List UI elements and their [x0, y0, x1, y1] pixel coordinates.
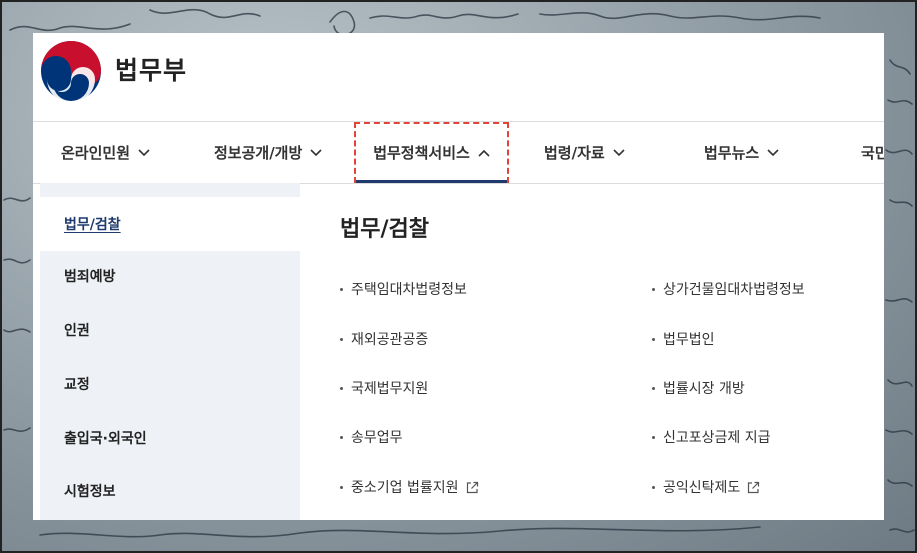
- sidebar-item-corrections[interactable]: 교정: [40, 357, 300, 411]
- link-housing-lease-law[interactable]: 주택임대차법령정보: [340, 279, 467, 299]
- link-label: 법무법인: [663, 332, 715, 348]
- bullet-icon: [652, 287, 655, 291]
- site-header: 법무부: [33, 33, 884, 121]
- chevron-down-icon: [767, 148, 779, 156]
- sidebar-item-label: 출입국·외국인: [64, 431, 147, 447]
- nav-item-laws-materials[interactable]: 법령/자료: [544, 122, 625, 183]
- link-public-trust-system[interactable]: 공익신탁제도: [652, 477, 760, 497]
- nav-item-label: 국민: [861, 144, 884, 162]
- sidebar-item-label: 교정: [64, 377, 90, 393]
- link-sme-legal-support[interactable]: 중소기업 법률지원: [340, 477, 479, 497]
- active-tab-underline: [356, 180, 507, 183]
- sidebar-item-label: 법무/검찰: [64, 217, 121, 233]
- chevron-down-icon: [613, 148, 625, 156]
- sidebar-item-label: 시험정보: [64, 484, 116, 500]
- main-navigation: 온라인민원 정보공개/개방 법무정책서비스 법령/자료 법무뉴스 국민: [33, 121, 884, 184]
- chevron-up-icon: [478, 149, 490, 157]
- bullet-icon: [652, 337, 655, 341]
- nav-item-label: 법무뉴스: [704, 144, 760, 162]
- bullet-icon: [340, 485, 343, 489]
- bullet-icon: [340, 435, 343, 439]
- link-label: 재외공관공증: [351, 332, 429, 348]
- nav-item-label: 법무정책서비스: [373, 144, 470, 162]
- external-link-icon: [748, 481, 760, 493]
- nav-item-citizen[interactable]: 국민: [861, 122, 884, 183]
- sidebar-item-immigration[interactable]: 출입국·외국인: [40, 411, 300, 465]
- nav-item-legal-news[interactable]: 법무뉴스: [704, 122, 779, 183]
- bullet-icon: [652, 435, 655, 439]
- nav-item-online-civil[interactable]: 온라인민원: [61, 122, 150, 183]
- sidebar-item-human-rights[interactable]: 인권: [40, 303, 300, 357]
- sidebar-item-legal-prosecution[interactable]: 법무/검찰: [40, 197, 300, 251]
- bullet-icon: [340, 337, 343, 341]
- link-law-firms[interactable]: 법무법인: [652, 329, 715, 349]
- link-overseas-notarization[interactable]: 재외공관공증: [340, 329, 428, 349]
- link-litigation-affairs[interactable]: 송무업무: [340, 427, 403, 447]
- brand-name[interactable]: 법무부: [115, 51, 187, 87]
- external-link-icon: [466, 481, 478, 493]
- nav-item-label: 법령/자료: [544, 144, 605, 162]
- sidebar-item-label: 범죄예방: [64, 269, 116, 285]
- nav-item-label: 온라인민원: [61, 144, 131, 162]
- nav-item-legal-policy-services[interactable]: 법무정책서비스: [354, 122, 509, 183]
- bullet-icon: [340, 287, 343, 291]
- nav-item-label: 정보공개/개방: [214, 144, 303, 162]
- link-label: 법률시장 개방: [663, 381, 745, 397]
- link-commercial-lease-law[interactable]: 상가건물임대차법령정보: [652, 279, 805, 299]
- link-label: 신고포상금제 지급: [663, 430, 771, 446]
- sidebar-item-exam-info[interactable]: 시험정보: [40, 464, 300, 518]
- submenu-sidebar: 법무/검찰 범죄예방 인권 교정 출입국·외국인 시험정보: [40, 183, 300, 520]
- link-international-legal-support[interactable]: 국제법무지원: [340, 378, 428, 398]
- bullet-icon: [340, 386, 343, 390]
- bullet-icon: [652, 485, 655, 489]
- link-label: 주택임대차법령정보: [351, 282, 467, 298]
- link-label: 공익신탁제도: [663, 480, 741, 496]
- government-emblem-logo[interactable]: [39, 39, 103, 103]
- submenu-title: 법무/검찰: [340, 217, 429, 242]
- link-label: 중소기업 법률지원: [351, 480, 459, 496]
- link-legal-market-opening[interactable]: 법률시장 개방: [652, 378, 745, 398]
- link-label: 송무업무: [351, 430, 403, 446]
- link-label: 상가건물임대차법령정보: [663, 282, 805, 298]
- link-reward-payment[interactable]: 신고포상금제 지급: [652, 427, 771, 447]
- sidebar-item-label: 인권: [64, 323, 90, 339]
- mega-menu-card: 법무부 온라인민원 정보공개/개방 법무정책서비스 법령/자료 법무뉴스 국민: [33, 33, 884, 520]
- chevron-down-icon: [310, 148, 322, 156]
- bullet-icon: [652, 386, 655, 390]
- chevron-down-icon: [138, 148, 150, 156]
- sidebar-item-crime-prevention[interactable]: 범죄예방: [40, 249, 300, 303]
- link-label: 국제법무지원: [351, 381, 429, 397]
- nav-item-info-disclosure[interactable]: 정보공개/개방: [214, 122, 322, 183]
